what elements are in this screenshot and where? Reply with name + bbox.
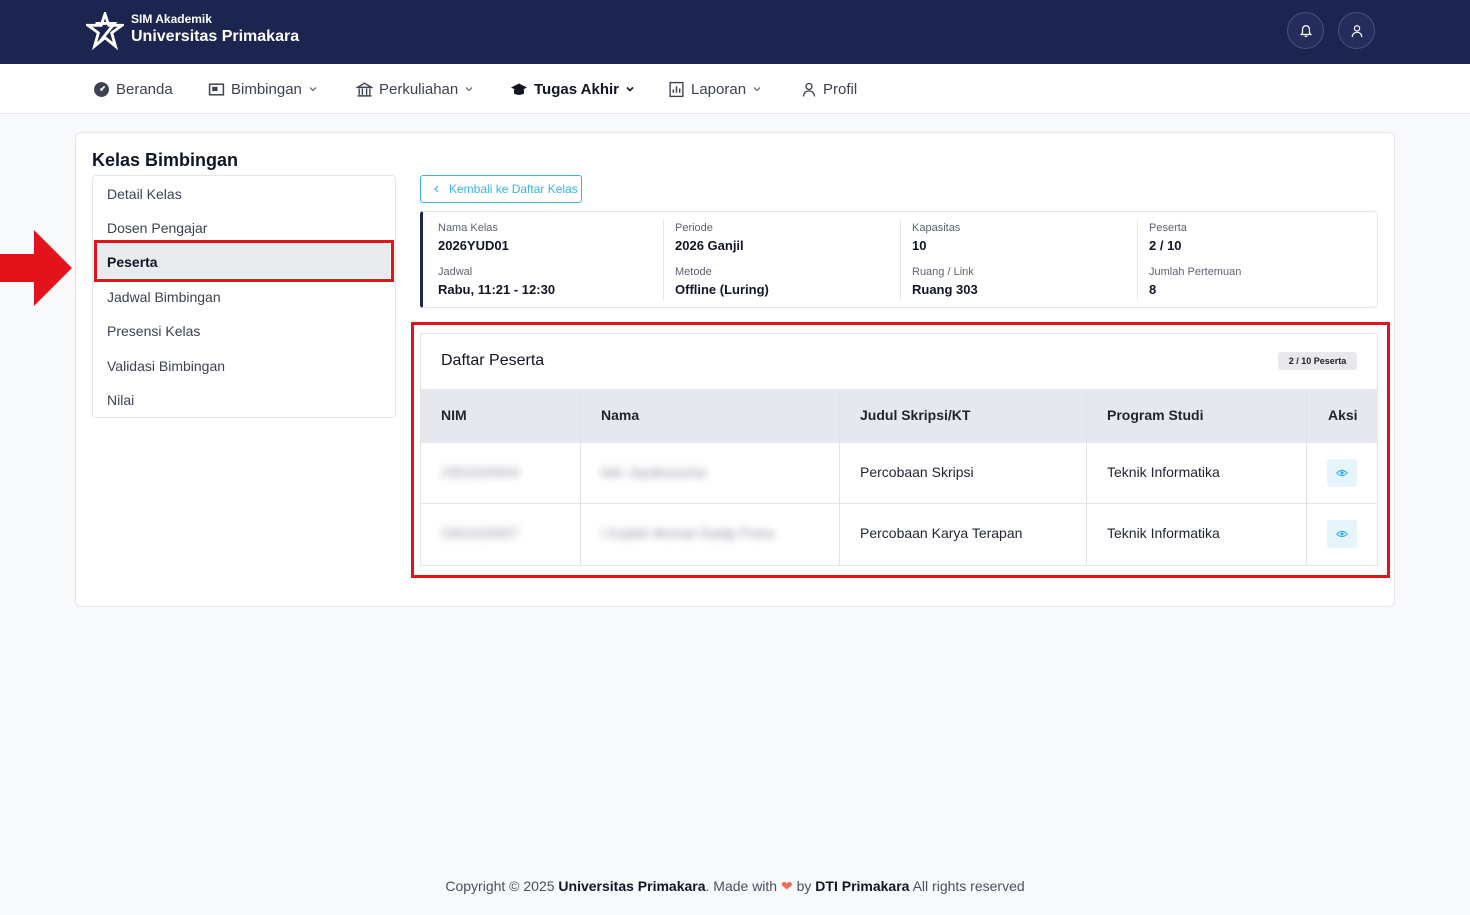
notifications-button[interactable] [1287,12,1324,49]
info-value: 10 [912,238,927,253]
info-metode: Metode Offline (Luring) [675,266,769,297]
nav-bimbingan[interactable]: Bimbingan [208,78,318,100]
footer: Copyright © 2025 Universitas Primakara. … [0,878,1470,895]
arrow-icon [0,230,72,306]
footer-made-with: . Made with [705,878,778,894]
chevron-down-icon [626,86,634,92]
bell-icon [1299,24,1312,37]
nav-label: Laporan [691,80,747,98]
info-value: Rabu, 11:21 - 12:30 [438,282,556,297]
side-item-dosen-pengajar[interactable]: Dosen Pengajar [107,220,207,236]
nav-label: Tugas Akhir [534,80,620,98]
user-icon [802,82,816,97]
top-header: SIM Akademik Universitas Primakara [0,0,1470,64]
user-menu-button[interactable] [1338,12,1375,49]
footer-by: by [796,878,812,894]
footer-dev: DTI Primakara [815,878,910,894]
board-icon [208,82,225,96]
logo-icon [86,12,124,50]
info-periode: Periode 2026 Ganjil [675,222,744,253]
side-menu: Detail Kelas Dosen Pengajar Jadwal Bimbi… [92,175,396,418]
info-peserta: Peserta 2 / 10 [1149,222,1187,253]
info-label: Periode [675,222,713,234]
side-item-presensi-kelas[interactable]: Presensi Kelas [107,323,200,339]
main-nav: Beranda Bimbingan Perkuliahan Tugas Akhi… [0,64,1470,114]
info-label: Kapasitas [912,222,961,234]
info-jadwal: Jadwal Rabu, 11:21 - 12:30 [438,266,555,297]
info-jumlah-pertemuan: Jumlah Pertemuan 8 [1149,266,1241,297]
info-value: Ruang 303 [912,282,978,297]
nav-label: Bimbingan [231,80,302,98]
chevron-down-icon [753,87,761,92]
side-item-validasi-bimbingan[interactable]: Validasi Bimbingan [107,358,225,374]
footer-copyright: Copyright © 2025 [445,878,555,894]
building-icon [356,81,373,97]
highlight-box-participant-list [411,322,1390,578]
back-button-label: Kembali ke Daftar Kelas [449,182,578,196]
nav-beranda[interactable]: Beranda [93,78,173,100]
nav-perkuliahan[interactable]: Perkuliahan [356,78,474,100]
footer-org: Universitas Primakara [558,878,706,894]
side-item-nilai[interactable]: Nilai [107,392,134,408]
info-value: 2 / 10 [1149,238,1182,253]
info-label: Nama Kelas [438,222,498,234]
side-item-jadwal-bimbingan[interactable]: Jadwal Bimbingan [107,289,221,305]
back-to-class-list-button[interactable]: Kembali ke Daftar Kelas [420,175,582,203]
info-value: 2026YUD01 [438,238,509,253]
info-label: Jumlah Pertemuan [1149,266,1242,278]
user-icon [1351,24,1362,37]
nav-label: Perkuliahan [379,80,459,98]
nav-label: Beranda [116,80,173,98]
info-label: Peserta [1149,222,1187,234]
brand-subtitle: SIM Akademik [131,12,212,26]
brand-title: Universitas Primakara [131,28,300,45]
info-value: 2026 Ganjil [675,238,744,253]
info-divider [1137,220,1138,300]
info-kapasitas: Kapasitas 10 [912,222,960,253]
highlight-box-peserta [94,240,394,282]
footer-rights: All rights reserved [912,878,1025,894]
info-label: Jadwal [438,266,473,278]
info-divider [663,220,664,300]
dashboard-icon [94,81,109,97]
nav-laporan[interactable]: Laporan [668,78,762,100]
chevron-down-icon [309,87,317,92]
info-ruang: Ruang / Link Ruang 303 [912,266,978,297]
nav-tugas-akhir[interactable]: Tugas Akhir [510,78,635,100]
info-value: 8 [1149,282,1157,297]
side-item-detail-kelas[interactable]: Detail Kelas [107,186,182,202]
info-label: Metode [675,266,712,278]
info-value: Offline (Luring) [675,282,769,297]
graduation-cap-icon [511,83,527,95]
nav-profil[interactable]: Profil [801,78,857,100]
nav-label: Profil [823,80,858,98]
chevron-down-icon [465,87,473,92]
page-title: Kelas Bimbingan [92,150,239,170]
info-divider [900,220,901,300]
info-label: Ruang / Link [912,266,974,278]
heart-icon: ❤ [780,878,793,894]
chevron-left-icon [434,185,439,193]
report-icon [669,81,684,97]
info-nama-kelas: Nama Kelas 2026YUD01 [438,222,509,253]
class-info-panel: Nama Kelas 2026YUD01 Periode 2026 Ganjil… [420,211,1378,308]
